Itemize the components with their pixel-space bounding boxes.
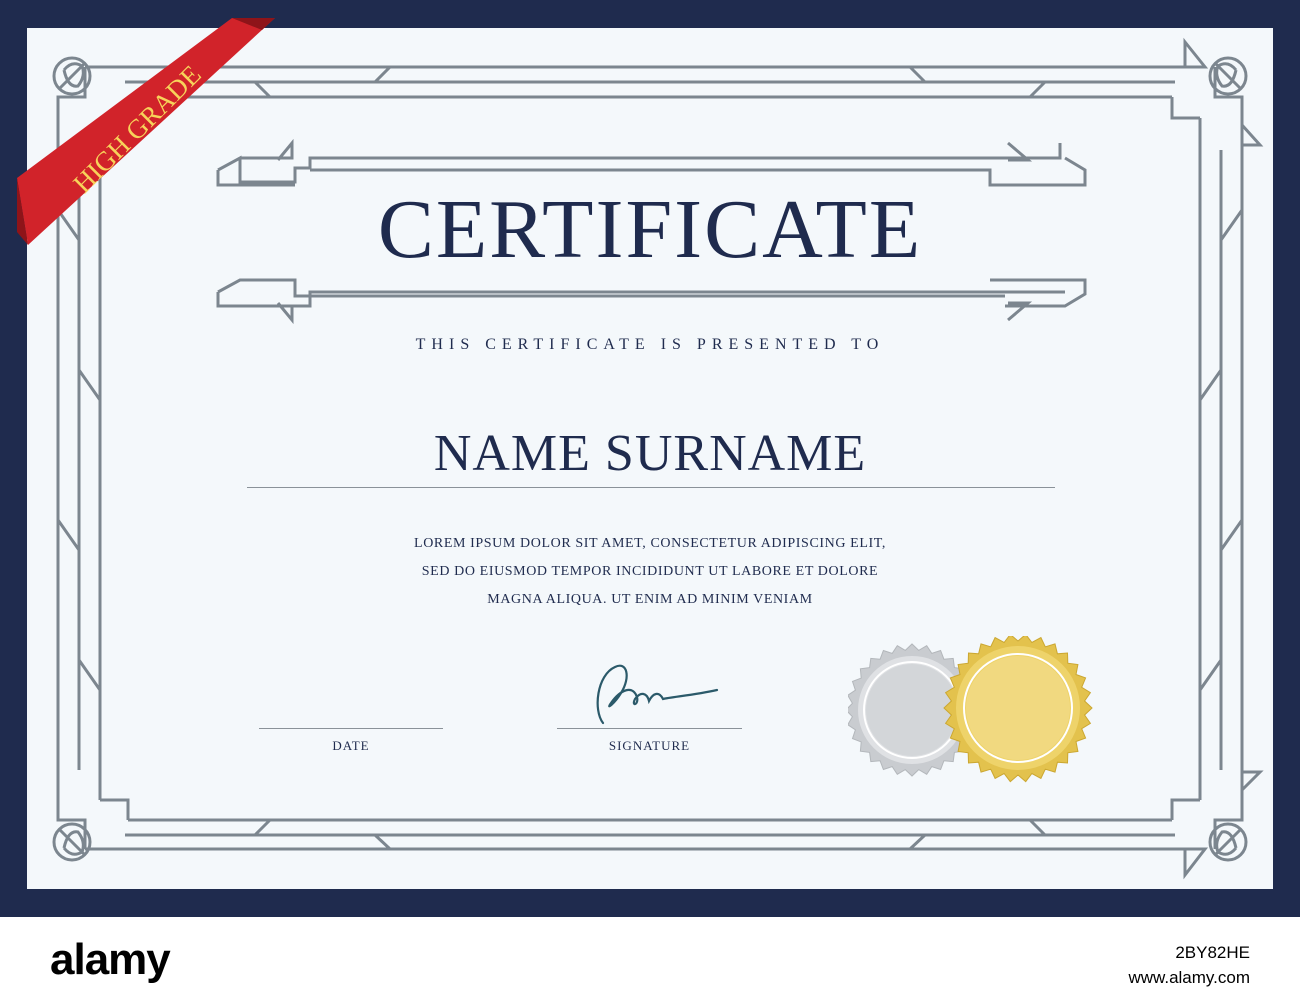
site-url: www.alamy.com [1128, 968, 1250, 987]
certificate: HIGH GRADE CERTIFICATE THIS CERTIFICATE … [0, 0, 1300, 917]
date-line [259, 728, 443, 729]
body-line: MAGNA ALIQUA. UT ENIM AD MINIM VENIAM [487, 592, 813, 607]
body-line: SED DO EIUSMOD TEMPOR INCIDIDUNT UT LABO… [421, 564, 879, 579]
image-id: 2BY82HE [1175, 943, 1250, 962]
signature-line [557, 728, 742, 729]
body-text: LOREM IPSUM DOLOR SIT AMET, CONSECTETUR … [300, 530, 1000, 614]
gold-seal-icon [943, 636, 1093, 783]
date-label: DATE [332, 738, 370, 753]
certificate-title: CERTIFICATE [377, 183, 923, 276]
brand-logo: alamy [50, 935, 171, 984]
presented-to-text: THIS CERTIFICATE IS PRESENTED TO [415, 336, 885, 353]
recipient-name: NAME SURNAME [433, 425, 867, 482]
body-line: LOREM IPSUM DOLOR SIT AMET, CONSECTETUR … [414, 536, 886, 551]
footer-info: 2BY82HE www.alamy.com [1128, 940, 1250, 990]
signature-scribble [596, 664, 719, 725]
signature-label: SIGNATURE [608, 738, 691, 753]
name-underline [247, 487, 1055, 488]
seals [848, 636, 1093, 783]
